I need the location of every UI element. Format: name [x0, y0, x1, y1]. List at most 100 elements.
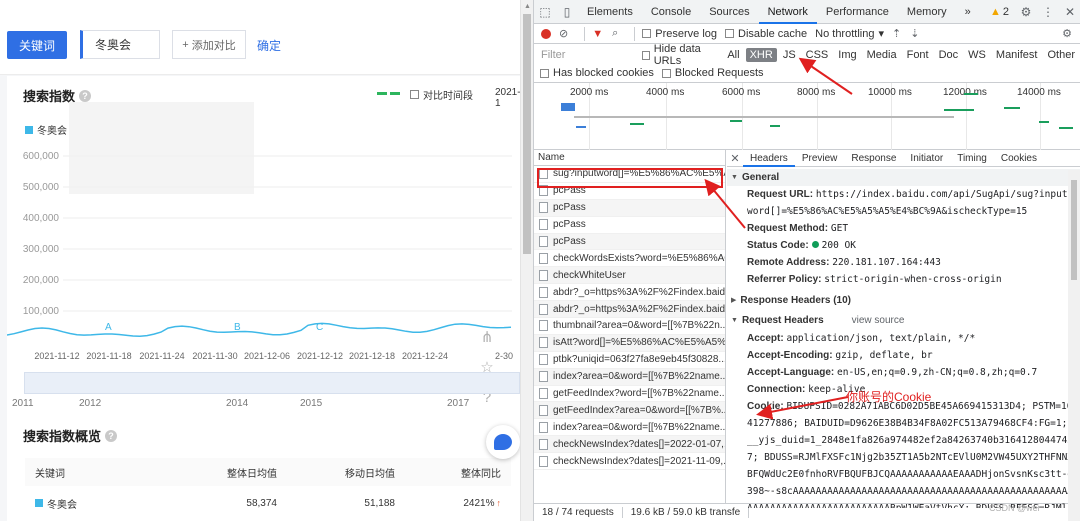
name-column-header[interactable]: Name [534, 150, 725, 166]
gear-icon[interactable]: ⚙ [1062, 27, 1072, 40]
checkbox-icon[interactable] [661, 68, 671, 78]
network-toolbar: ⊘ ▼ ⌕ Preserve log Disable cache No thro… [534, 24, 1080, 44]
type-filter-img[interactable]: Img [834, 48, 860, 62]
download-icon[interactable]: ⇣ [910, 27, 919, 40]
confirm-link[interactable]: 确定 [257, 37, 281, 54]
request-row[interactable]: checkNewsIndex?dates[]=2021-11-09,... [534, 453, 725, 471]
tab-console[interactable]: Console [642, 0, 700, 23]
type-filter-xhr[interactable]: XHR [745, 48, 777, 62]
checkbox-icon[interactable] [642, 50, 650, 60]
preserve-log-checkbox[interactable]: Preserve log [642, 28, 717, 40]
type-filter-all[interactable]: All [723, 48, 743, 62]
event-marker[interactable]: A [105, 322, 112, 333]
chart-legend[interactable]: 冬奥会 [25, 122, 67, 137]
blocked-requests-checkbox[interactable]: Blocked Requests [661, 67, 764, 79]
request-row[interactable]: checkWhiteUser [534, 267, 725, 285]
tab-cookies[interactable]: Cookies [994, 150, 1044, 166]
type-filter-ws[interactable]: WS [964, 48, 990, 62]
tab-performance[interactable]: Performance [817, 0, 898, 23]
navigator-band[interactable] [24, 372, 520, 394]
close-icon[interactable]: ✕ [1059, 0, 1080, 23]
request-row[interactable]: pcPass [534, 217, 725, 234]
kebab-menu-icon[interactable]: ⋮ [1037, 0, 1059, 23]
tab-headers[interactable]: Headers [743, 150, 795, 167]
tab-sources[interactable]: Sources [700, 0, 758, 23]
chart-view-icons[interactable]: ▬▬ [377, 87, 403, 98]
type-filter-manifest[interactable]: Manifest [992, 48, 1042, 62]
request-name: index?area=0&word=[[%7B%22name... [553, 421, 725, 433]
watermark: CSDN @wei [989, 503, 1040, 513]
request-row[interactable]: pcPass [534, 233, 725, 251]
scrollbar-thumb[interactable] [523, 14, 531, 254]
date-range[interactable]: 2021-1 [495, 87, 521, 109]
inspect-icon[interactable]: ⬚ [534, 0, 556, 23]
time-navigator[interactable]: 2011 2012 2014 2015 2017 [0, 372, 520, 412]
share-icon[interactable]: ⋔ [478, 328, 496, 346]
request-headers-section[interactable]: ▼ Request Headers view source [727, 310, 1080, 330]
help-icon[interactable]: ? [79, 89, 92, 102]
request-row[interactable]: ptbk?uniqid=063f27fa8e9eb45f30828... [534, 352, 725, 369]
request-row[interactable]: isAtt?word[]=%E5%86%AC%E5%A5%... [534, 334, 725, 352]
tab-initiator[interactable]: Initiator [903, 150, 950, 166]
detail-scrollbar[interactable] [1068, 170, 1080, 521]
keyword-input[interactable]: 冬奥会 [80, 30, 160, 59]
general-section-header[interactable]: ▼ General [727, 169, 1080, 186]
request-row[interactable]: checkNewsIndex?dates[]=2022-01-07,... [534, 436, 725, 454]
type-filter-doc[interactable]: Doc [935, 48, 963, 62]
checkbox-icon[interactable] [410, 90, 419, 99]
tab-elements[interactable]: Elements [578, 0, 642, 23]
upload-icon[interactable]: ⇡ [892, 27, 901, 40]
type-filter-media[interactable]: Media [863, 48, 901, 62]
disable-cache-checkbox[interactable]: Disable cache [725, 28, 807, 40]
help-icon[interactable]: ? [105, 429, 118, 442]
checkbox-icon[interactable] [642, 29, 652, 38]
close-icon[interactable]: ✕ [727, 150, 743, 166]
request-row[interactable]: getFeedIndex?word=[[%7B%22name... [534, 386, 725, 403]
request-row[interactable]: getFeedIndex?area=0&word=[[%7B%... [534, 402, 725, 420]
tab-memory[interactable]: Memory [898, 0, 956, 23]
event-marker[interactable]: C [316, 322, 323, 333]
warnings-badge[interactable]: ▲ 2 [984, 0, 1015, 23]
record-icon[interactable] [541, 28, 551, 39]
scrollbar-thumb[interactable] [1071, 180, 1077, 280]
request-row[interactable]: pcPass [534, 199, 725, 217]
request-row[interactable]: abdr?_o=https%3A%2F%2Findex.baid... [534, 284, 725, 302]
view-source-link[interactable]: view source [852, 315, 905, 326]
compare-period-checkbox[interactable]: 对比时间段 [410, 87, 473, 102]
status-ok-icon [811, 241, 819, 248]
search-icon[interactable]: ⌕ [612, 27, 618, 40]
tab-response[interactable]: Response [844, 150, 903, 166]
tab-network[interactable]: Network [758, 0, 818, 24]
type-filter-js[interactable]: JS [779, 48, 800, 62]
response-headers-section[interactable]: ▶ Response Headers (10) [727, 290, 1080, 310]
checkbox-icon[interactable] [540, 68, 549, 78]
add-compare-button[interactable]: + 添加对比 [172, 30, 246, 59]
request-row[interactable]: checkWordsExists?word=%E5%86%AC... [534, 250, 725, 268]
throttling-select[interactable]: No throttling ▾ [815, 27, 884, 41]
request-row[interactable]: index?area=0&word=[[%7B%22name... [534, 368, 725, 386]
network-overview-timeline[interactable]: 2000 ms 4000 ms 6000 ms 8000 ms 10000 ms… [534, 83, 1080, 150]
request-name: checkNewsIndex?dates[]=2021-11-09,... [553, 455, 725, 467]
chat-button[interactable] [486, 425, 520, 459]
type-filter-css[interactable]: CSS [802, 48, 833, 62]
scroll-up-icon[interactable]: ▲ [521, 0, 533, 13]
blocked-cookies-checkbox[interactable]: Has blocked cookies [540, 67, 654, 79]
type-filter-font[interactable]: Font [903, 48, 933, 62]
page-scrollbar[interactable]: ▲ [520, 0, 533, 521]
device-toggle-icon[interactable]: ▯ [556, 0, 578, 23]
tab-preview[interactable]: Preview [795, 150, 845, 166]
tab-timing[interactable]: Timing [950, 150, 994, 166]
keyword-button[interactable]: 关键词 [7, 31, 67, 59]
request-row[interactable]: abdr?_o=https%3A%2F%2Findex.baid... [534, 301, 725, 319]
filter-input[interactable]: Filter [538, 47, 642, 63]
request-row[interactable]: index?area=0&word=[[%7B%22name... [534, 419, 725, 437]
checkbox-icon[interactable] [725, 29, 735, 38]
event-marker[interactable]: B [234, 322, 241, 333]
gear-icon[interactable]: ⚙ [1015, 0, 1037, 23]
type-filter-other[interactable]: Other [1043, 48, 1079, 62]
clear-icon[interactable]: ⊘ [559, 27, 568, 40]
search-overview-card: 搜索指数概览 ? 关键词 整体日均值 移动日均值 整体同比 冬奥会 58,374… [7, 412, 520, 521]
request-row[interactable]: thumbnail?area=0&word=[[%7B%22n... [534, 318, 725, 335]
more-tabs-button[interactable]: » [956, 0, 980, 23]
filter-icon[interactable]: ▼ [592, 28, 603, 40]
